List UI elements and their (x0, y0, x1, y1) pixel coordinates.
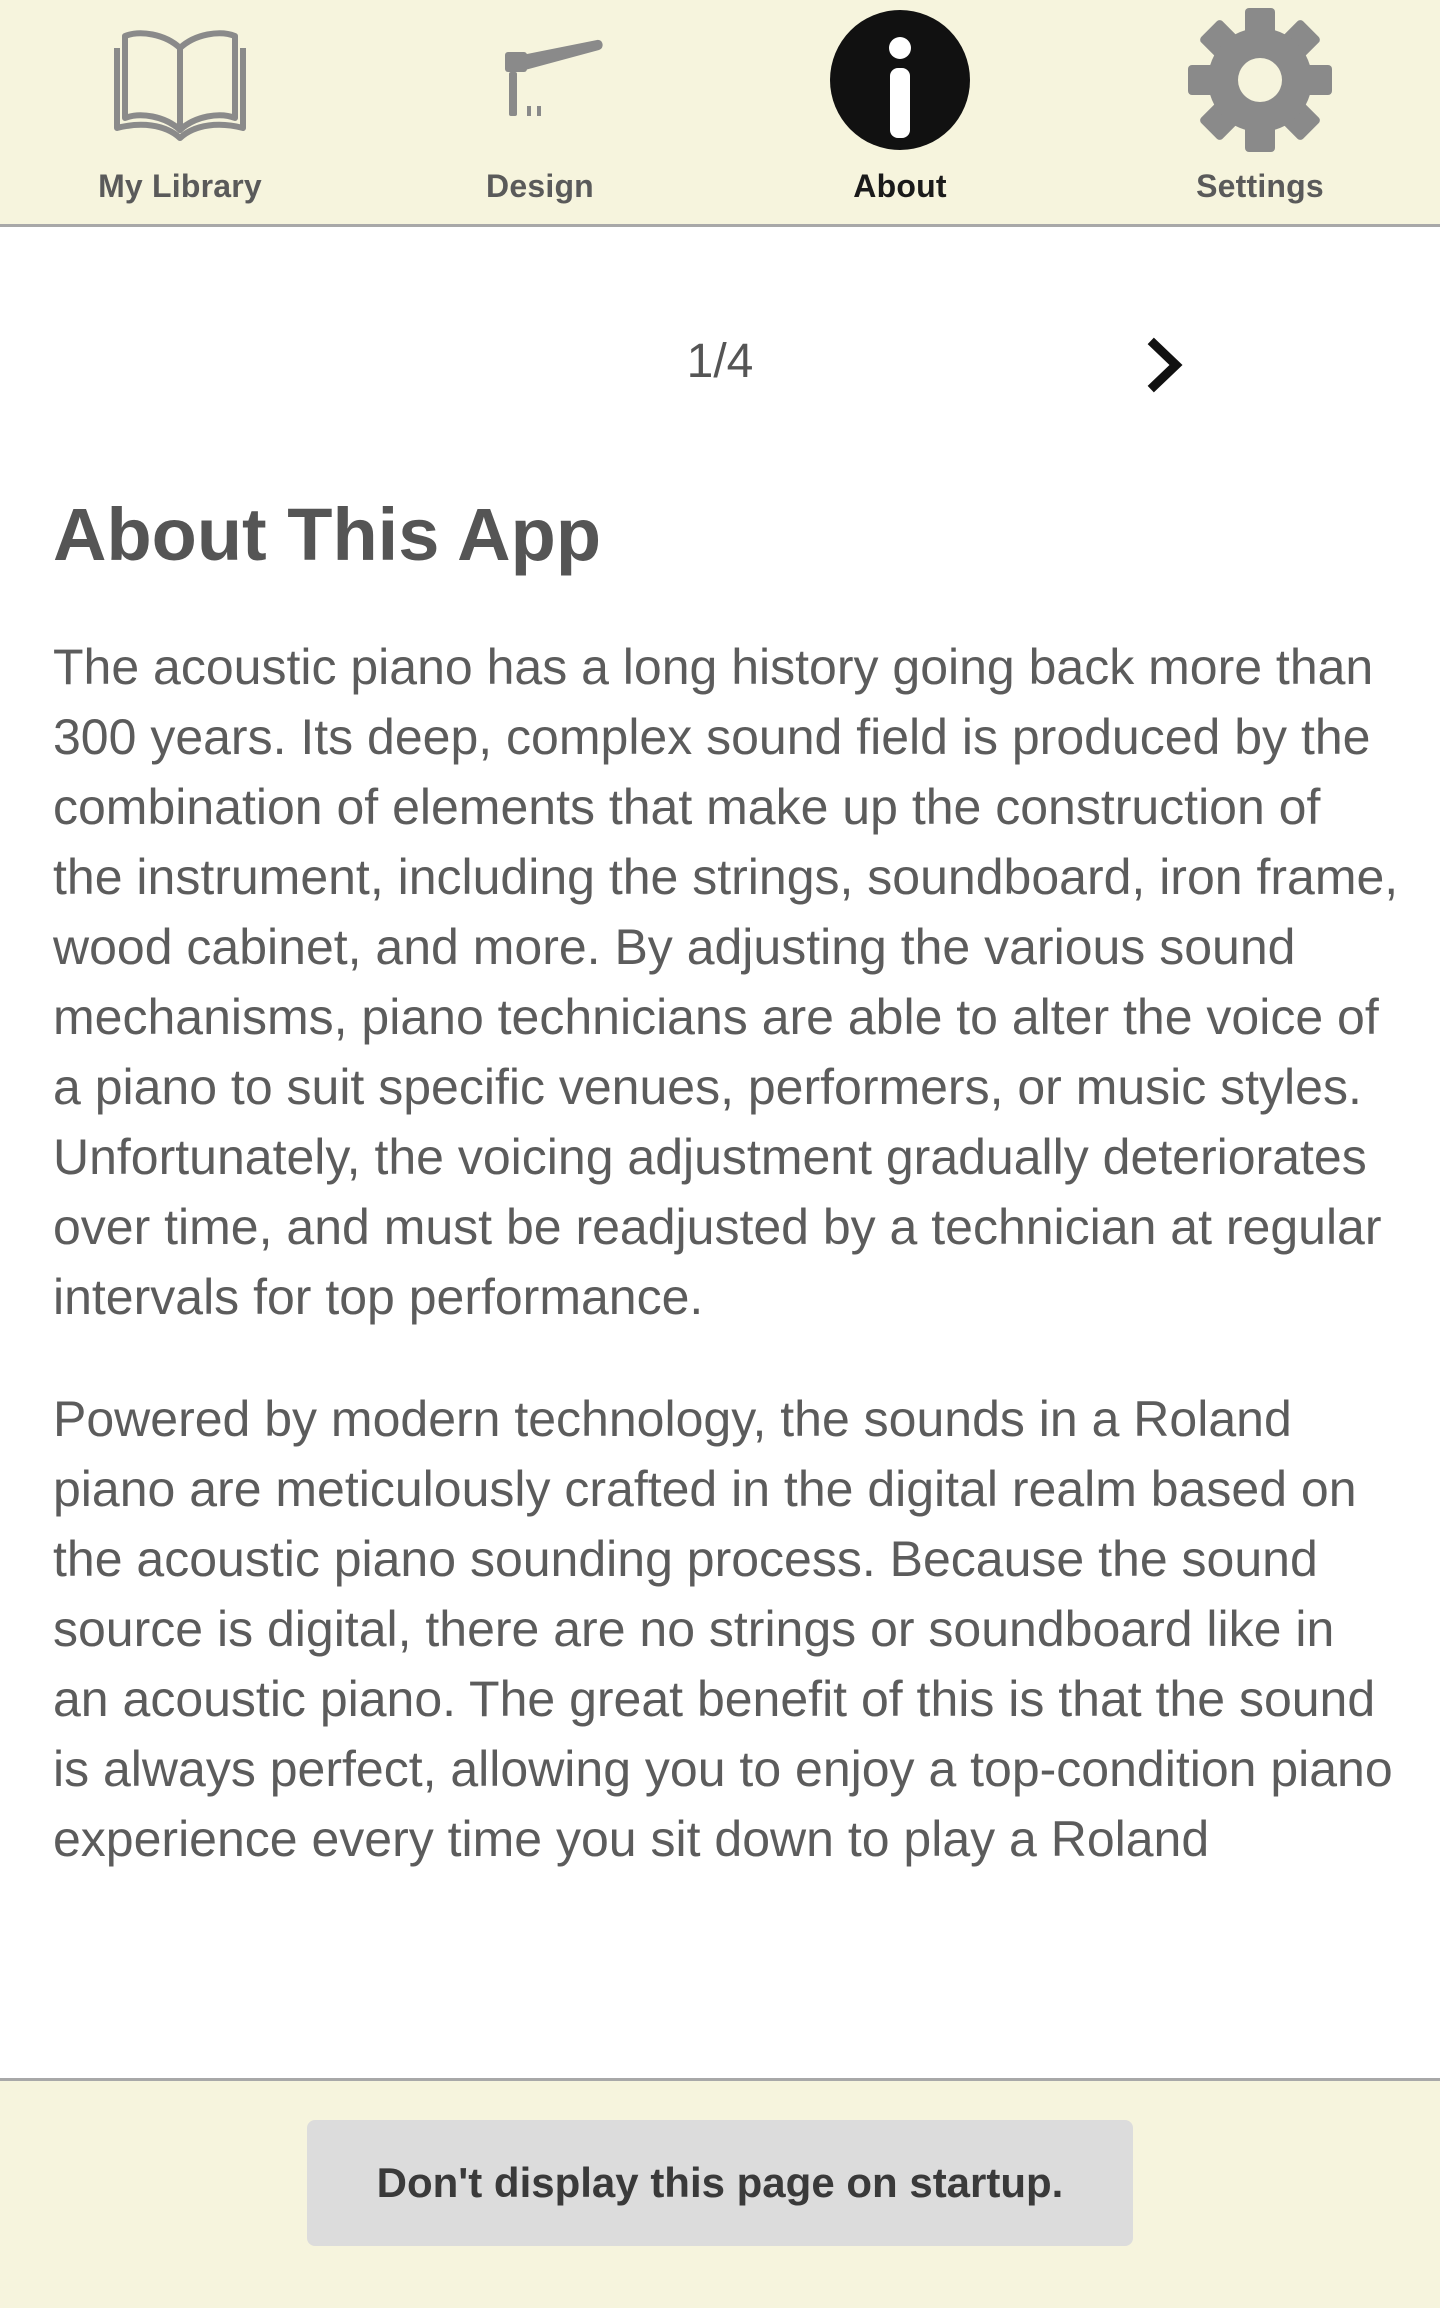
tab-about[interactable]: About (720, 0, 1080, 224)
tab-label-design: Design (486, 168, 594, 204)
pager: 1/4 (0, 320, 1440, 410)
about-paragraph: The acoustic piano has a long history go… (53, 639, 1399, 1325)
book-icon (114, 30, 246, 141)
tab-settings[interactable]: Settings (1080, 0, 1440, 224)
dont-display-on-startup-button[interactable]: Don't display this page on startup. (307, 2120, 1133, 2246)
about-content: About This App The acoustic piano has a … (53, 480, 1403, 2080)
chevron-right-icon (1147, 337, 1183, 393)
about-paragraph: Powered by modern technology, the sounds… (53, 1391, 1393, 1867)
top-tab-bar: My Library Design About Settings (0, 0, 1440, 227)
info-icon (830, 10, 970, 150)
tab-label-my-library: My Library (98, 168, 262, 204)
tab-label-settings: Settings (1196, 168, 1324, 204)
gear-icon (1188, 8, 1332, 152)
bottom-bar: Don't display this page on startup. (0, 2078, 1440, 2308)
tab-my-library[interactable]: My Library (0, 0, 360, 224)
tab-design[interactable]: Design (360, 0, 720, 224)
page-title: About This App (53, 493, 602, 576)
tab-label-about: About (853, 168, 947, 204)
hammer-icon (505, 39, 603, 116)
next-page-button[interactable] (1130, 330, 1200, 400)
page-indicator: 1/4 (686, 335, 754, 388)
